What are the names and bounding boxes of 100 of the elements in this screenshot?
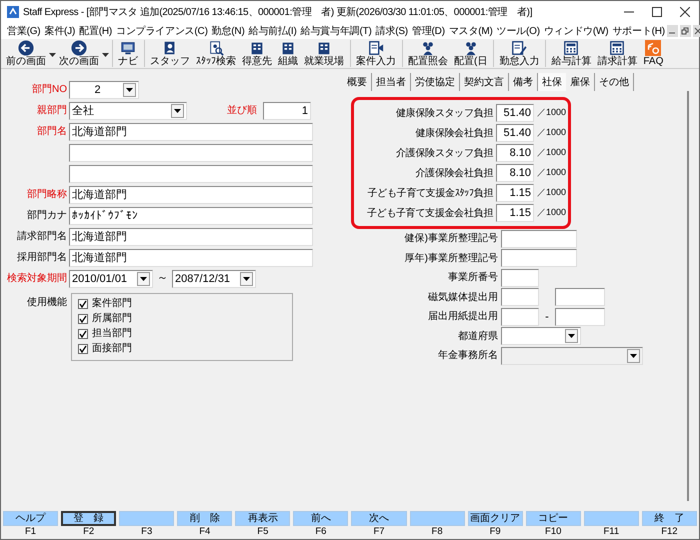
input-field[interactable]: 北海道部門 <box>69 122 313 140</box>
function-key-button[interactable]: 次へ <box>351 511 407 526</box>
date-field[interactable]: 2087/12/31 <box>172 270 256 288</box>
tab[interactable]: 担当者 <box>372 73 411 91</box>
menu-item[interactable]: 案件(J) <box>42 24 78 38</box>
dropdown-field[interactable]: 2 <box>69 80 139 98</box>
tab[interactable]: 労使協定 <box>411 73 460 91</box>
toolbar-button[interactable]: 給与計算 <box>545 40 594 67</box>
toolbar-button[interactable]: 勤怠入力 <box>493 40 542 67</box>
toolbar-button[interactable]: 組織 <box>275 40 301 67</box>
toolbar-button[interactable]: 案件入力 <box>350 40 399 67</box>
checkbox[interactable] <box>78 328 88 338</box>
function-key-button[interactable]: 前へ <box>293 511 348 526</box>
maximize-icon <box>652 7 662 17</box>
dropdown-button[interactable] <box>123 82 136 96</box>
menu-item[interactable]: マスタ(M) <box>446 24 495 38</box>
function-key-label: F3 <box>141 526 152 538</box>
tab[interactable]: 契約文言 <box>460 73 509 91</box>
toolbar-button[interactable]: FAQ <box>640 40 666 67</box>
input-field[interactable] <box>501 268 539 287</box>
tab[interactable]: その他 <box>595 73 634 91</box>
menu-item[interactable]: 配置(H) <box>77 24 114 38</box>
dropdown-button[interactable] <box>137 272 150 286</box>
input-field[interactable]: 8.10 <box>496 164 534 182</box>
input-field[interactable]: 北海道部門 <box>69 186 313 204</box>
toolbar-button[interactable]: ｽﾀｯﾌ検索 <box>193 40 239 67</box>
person-search-icon <box>207 40 225 56</box>
input-field[interactable] <box>69 164 313 182</box>
field-label: 請求部門名 <box>16 230 68 244</box>
child-restore-button[interactable] <box>680 25 691 37</box>
toolbar-button[interactable]: ナビ <box>112 40 141 67</box>
field-label: 介護保険スタッフ負担 <box>394 146 494 160</box>
input-field[interactable] <box>501 249 577 268</box>
restore-icon <box>681 27 690 35</box>
menu-item[interactable]: ウィンドウ(W) <box>542 24 610 38</box>
input-field[interactable]: 1 <box>263 102 311 120</box>
function-key-label: F11 <box>603 526 620 538</box>
input-field[interactable]: 51.40 <box>496 104 534 122</box>
menu-item[interactable]: ツール(O) <box>494 24 542 38</box>
caret-icon <box>140 276 147 280</box>
function-key-button[interactable]: コピー <box>526 511 581 526</box>
tab[interactable]: 概要 <box>343 73 372 91</box>
input-field[interactable] <box>501 308 539 326</box>
field-label: 都道府県 <box>457 330 499 344</box>
menu-item[interactable]: サポート(H) <box>610 24 667 38</box>
input-field[interactable] <box>555 308 605 326</box>
group-label: 使用機能 <box>26 296 68 310</box>
dropdown-field[interactable]: 全社 <box>69 102 187 120</box>
caret-icon <box>568 334 575 338</box>
tab[interactable]: 雇保 <box>566 73 595 91</box>
menu-item[interactable]: 管理(D) <box>410 24 447 38</box>
dropdown-button[interactable] <box>171 104 184 118</box>
unit-label: ／1000 <box>537 106 566 120</box>
toolbar-button[interactable]: 次の画面 <box>56 40 102 67</box>
function-key-label: F9 <box>490 526 501 538</box>
range-separator: ～ <box>157 271 168 286</box>
function-key-button[interactable]: 終 了 <box>642 511 697 526</box>
dropdown-button[interactable] <box>240 272 253 286</box>
input-field[interactable] <box>69 144 313 162</box>
checkbox[interactable] <box>78 314 88 324</box>
toolbar-button[interactable]: 前の画面 <box>3 40 49 67</box>
field-label: 磁気媒体提出用 <box>427 290 499 305</box>
toolbar-button[interactable]: 得意先 <box>239 40 275 67</box>
toolbar-button[interactable]: 配置(日 <box>451 40 490 67</box>
input-field[interactable]: 8.10 <box>496 144 534 162</box>
input-field[interactable] <box>501 230 577 248</box>
function-key-button[interactable]: ヘルプ <box>3 511 58 526</box>
toolbar-button[interactable]: 就業現場 <box>301 40 347 67</box>
dropdown-field[interactable] <box>501 327 581 346</box>
input-field[interactable]: 北海道部門 <box>69 228 313 246</box>
toolbar-button[interactable]: 配置照会 <box>402 40 451 67</box>
toolbar-button[interactable]: 請求計算 <box>594 40 640 67</box>
dropdown-button[interactable] <box>565 329 578 344</box>
field-label: 介護保険会社負担 <box>414 166 494 180</box>
menu-item[interactable]: 請求(S) <box>374 24 410 38</box>
toolbar-button[interactable]: スタッフ <box>144 40 193 67</box>
menu-item[interactable]: 給与賞与年調(T) <box>298 24 374 38</box>
checkbox[interactable] <box>78 298 88 308</box>
function-key-button[interactable]: 再表示 <box>235 511 290 526</box>
tab[interactable]: 社保 <box>538 73 566 91</box>
function-key-button[interactable]: 削 除 <box>177 511 232 526</box>
input-field[interactable]: ﾎｯｶｲﾄﾞｳﾌﾞﾓﾝ <box>69 206 313 224</box>
window-title: Staff Express - [部門マスタ 追加(2025/07/16 13:46:15、000001:管理 者) 更新(2026/03/30 11:01:05、000001:管理 者)] <box>23 6 534 20</box>
function-key-button[interactable]: 画面クリア <box>468 511 523 526</box>
input-field[interactable]: 1.15 <box>496 184 534 202</box>
date-field[interactable]: 2010/01/01 <box>69 270 153 288</box>
child-minimize-button[interactable] <box>666 25 678 37</box>
input-field[interactable]: 北海道部門 <box>69 248 313 266</box>
menu-item[interactable]: 勤怠(N) <box>210 24 247 38</box>
menu-item[interactable]: コンプライアンス(C) <box>114 24 210 38</box>
input-field[interactable] <box>555 288 605 306</box>
input-field[interactable]: 1.15 <box>496 204 534 222</box>
function-key-button[interactable]: 登 録 <box>61 511 116 526</box>
input-field[interactable]: 51.40 <box>496 124 534 142</box>
input-field[interactable] <box>501 288 539 306</box>
checkbox[interactable] <box>78 344 88 354</box>
option-label: 面接部門 <box>92 342 132 356</box>
menu-item[interactable]: 給与前払(I) <box>246 24 299 38</box>
menu-item[interactable]: 営業(G) <box>5 24 42 38</box>
caret-icon <box>126 88 133 92</box>
